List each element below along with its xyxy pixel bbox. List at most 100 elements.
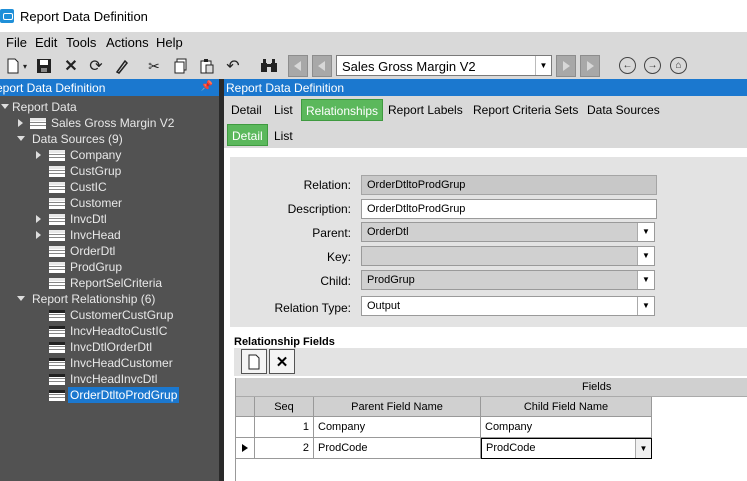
tree-node-datasource[interactable]: InvcDtl	[70, 211, 107, 227]
table-icon	[49, 214, 65, 225]
tab-list[interactable]: List	[271, 99, 296, 121]
grid-group-label: Fields	[582, 381, 612, 393]
undo-icon[interactable]: ↶	[222, 55, 244, 77]
next-record-icon[interactable]	[556, 55, 576, 77]
column-header-parent-field[interactable]: Parent Field Name	[314, 397, 481, 417]
expand-arrow-icon[interactable]	[1, 104, 9, 109]
cell-parent-field[interactable]: Company	[314, 417, 481, 438]
table-icon	[49, 166, 65, 177]
tree-node-datasource[interactable]: CustIC	[70, 179, 107, 195]
menu-edit[interactable]: Edit	[35, 35, 57, 50]
key-combo[interactable]: ▼	[361, 246, 655, 266]
cell-seq[interactable]: 1	[255, 417, 314, 438]
first-record-icon[interactable]	[288, 55, 308, 77]
tree-node-relationship[interactable]: InvcDtlOrderDtl	[70, 339, 152, 355]
refresh-icon[interactable]: ⟳	[85, 55, 107, 77]
relationship-fields-title: Relationship Fields	[234, 336, 335, 348]
tree-node-datasource[interactable]: ProdGrup	[70, 259, 122, 275]
chevron-down-icon[interactable]: ▼	[635, 439, 651, 458]
menu-bar: File Edit Tools Actions Help	[0, 32, 747, 52]
grid-group-band: Fields	[236, 378, 747, 397]
cell-child-field-editor[interactable]: ProdCode ▼	[481, 438, 652, 459]
paste-icon[interactable]	[196, 55, 218, 77]
tree-node-datasource[interactable]: CustGrup	[70, 163, 121, 179]
expand-arrow-icon[interactable]	[17, 136, 25, 141]
menu-tools[interactable]: Tools	[66, 35, 96, 50]
table-icon	[49, 262, 65, 273]
tree-node-relationships[interactable]: Report Relationship (6)	[32, 291, 155, 307]
description-label: Description:	[287, 202, 351, 216]
chevron-down-icon[interactable]: ▼	[637, 223, 654, 241]
cell-parent-field[interactable]: ProdCode	[314, 438, 481, 459]
tree-node-relationship[interactable]: IncvHeadtoCustIC	[70, 323, 167, 339]
cell-child-field[interactable]: Company	[481, 417, 652, 438]
expand-arrow-icon[interactable]	[36, 151, 41, 159]
relationship-icon	[49, 342, 65, 353]
expand-arrow-icon[interactable]	[36, 215, 41, 223]
back-icon[interactable]: ←	[619, 57, 636, 74]
tree-node-relationship[interactable]: CustomerCustGrup	[70, 307, 173, 323]
tree-node-relationship[interactable]: InvcHeadCustomer	[70, 355, 173, 371]
menu-actions[interactable]: Actions	[106, 35, 149, 50]
record-navigator-combo[interactable]: Sales Gross Margin V2 ▼	[336, 55, 552, 76]
description-field[interactable]: OrderDtltoProdGrup	[361, 199, 657, 219]
relation-field: OrderDtltoProdGrup	[361, 175, 657, 195]
tree-node-data-sources[interactable]: Data Sources (9)	[32, 131, 123, 147]
pin-icon[interactable]: 📌	[201, 81, 213, 92]
menu-help[interactable]: Help	[156, 35, 183, 50]
column-header-seq[interactable]: Seq	[255, 397, 314, 417]
row-indicator[interactable]	[236, 438, 255, 459]
app-icon	[0, 9, 14, 23]
tab-relationships[interactable]: Relationships	[301, 99, 384, 121]
delete-row-button[interactable]: ✕	[269, 349, 295, 374]
expand-arrow-icon[interactable]	[18, 119, 23, 127]
subtab-list[interactable]: List	[271, 125, 296, 147]
save-icon[interactable]	[33, 55, 55, 77]
delete-icon[interactable]: ✕	[60, 55, 82, 77]
tab-data-sources[interactable]: Data Sources	[584, 99, 663, 121]
clear-icon[interactable]	[111, 55, 133, 77]
tree-node-relationship[interactable]: InvcHeadInvcDtl	[70, 371, 157, 387]
new-row-button[interactable]	[241, 349, 267, 374]
tree-node-report-data[interactable]: Report Data	[12, 99, 77, 115]
cell-seq[interactable]: 2	[255, 438, 314, 459]
tree-node-datasource[interactable]: InvcHead	[70, 227, 121, 243]
previous-record-icon[interactable]	[312, 55, 332, 77]
tab-report-labels[interactable]: Report Labels	[385, 99, 466, 121]
chevron-down-icon[interactable]: ▼	[637, 271, 654, 289]
expand-arrow-icon[interactable]	[36, 231, 41, 239]
title-bar: Report Data Definition	[0, 0, 747, 32]
tree-panel-header: eport Data Definition 📌	[0, 79, 219, 96]
tree-node-datasource[interactable]: ReportSelCriteria	[70, 275, 162, 291]
tree-node-datasource[interactable]: Company	[70, 147, 121, 163]
chevron-down-icon[interactable]: ▼	[637, 297, 654, 315]
search-icon[interactable]	[258, 55, 280, 77]
tree-node-datasource[interactable]: OrderDtl	[70, 243, 115, 259]
parent-value: OrderDtl	[367, 226, 409, 238]
relation-type-label: Relation Type:	[274, 301, 352, 315]
row-indicator[interactable]	[236, 417, 255, 438]
relationship-icon	[49, 310, 65, 321]
chevron-down-icon[interactable]: ▼	[535, 56, 551, 75]
menu-file[interactable]: File	[6, 35, 27, 50]
tab-detail[interactable]: Detail	[228, 99, 265, 121]
cut-icon[interactable]: ✂	[143, 55, 165, 77]
chevron-down-icon[interactable]: ▼	[637, 247, 654, 265]
relation-type-combo[interactable]: Output ▼	[361, 296, 655, 316]
column-header-child-field[interactable]: Child Field Name	[481, 397, 652, 417]
tree-panel-title: eport Data Definition	[0, 81, 106, 95]
tree-node-report[interactable]: Sales Gross Margin V2	[51, 115, 174, 131]
window-title: Report Data Definition	[20, 9, 148, 24]
home-icon[interactable]: ⌂	[670, 57, 687, 74]
copy-icon[interactable]	[170, 55, 192, 77]
new-dropdown-icon[interactable]: ▾	[20, 55, 30, 77]
parent-combo[interactable]: OrderDtl ▼	[361, 222, 655, 242]
last-record-icon[interactable]	[580, 55, 600, 77]
expand-arrow-icon[interactable]	[17, 296, 25, 301]
tab-report-criteria-sets[interactable]: Report Criteria Sets	[470, 99, 581, 121]
tree-node-datasource[interactable]: Customer	[70, 195, 122, 211]
child-combo[interactable]: ProdGrup ▼	[361, 270, 655, 290]
forward-icon[interactable]: →	[644, 57, 661, 74]
subtab-detail[interactable]: Detail	[227, 124, 268, 146]
tree-node-relationship-selected[interactable]: OrderDtltoProdGrup	[68, 387, 180, 403]
